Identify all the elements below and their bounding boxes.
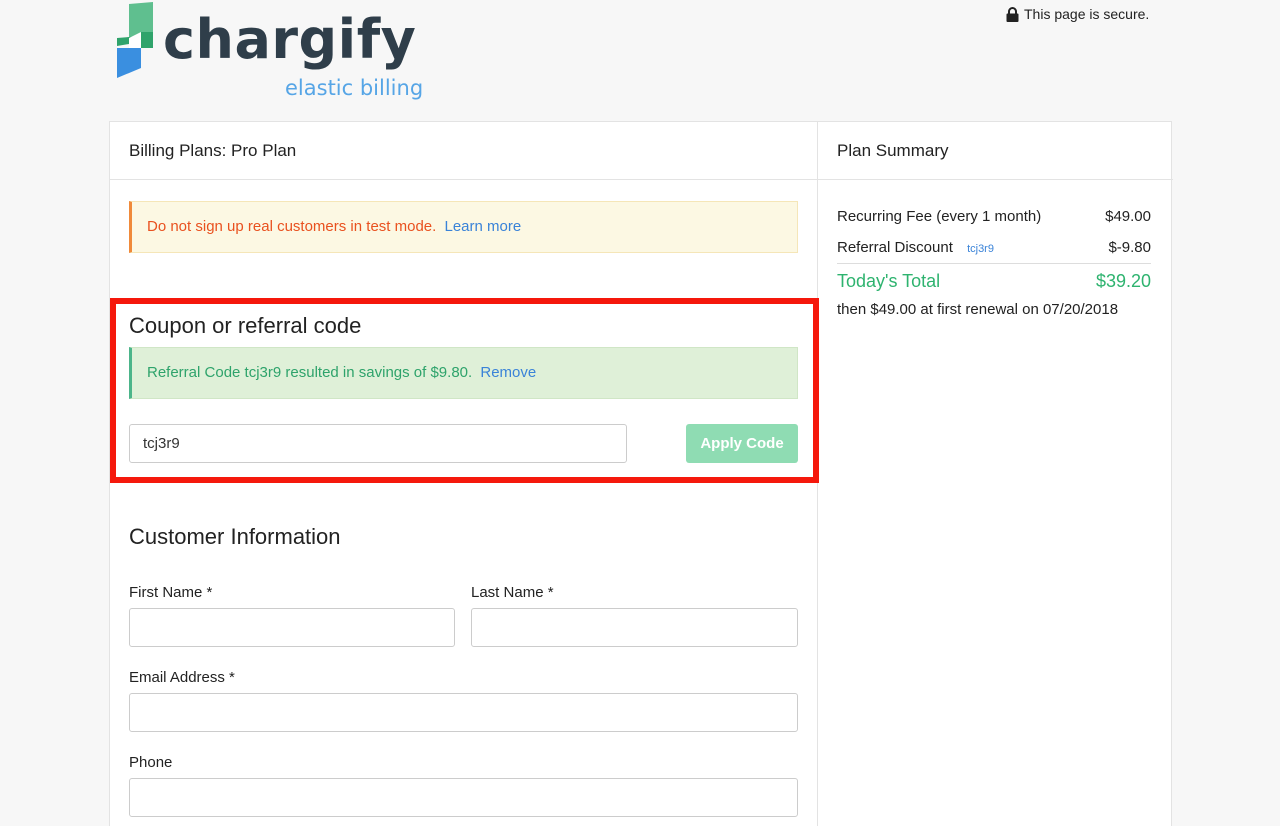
coupon-code-input[interactable] [129,424,627,463]
email-field[interactable] [129,693,798,732]
recurring-fee-label: Recurring Fee (every 1 month) [837,208,1042,225]
referral-discount-value: $-9.80 [1108,239,1151,256]
coupon-success-text: Referral Code tcj3r9 resulted in savings… [147,364,473,381]
page-header: chargify elastic billing This page is se… [0,0,1280,120]
first-name-field[interactable] [129,608,455,647]
last-name-label: Last Name * [471,584,554,601]
lock-icon [1006,6,1019,22]
billing-panel-title: Billing Plans: Pro Plan [110,122,817,180]
checkout-container: Billing Plans: Pro Plan Do not sign up r… [109,121,1173,826]
referral-code-tag: tcj3r9 [967,243,994,255]
coupon-title: Coupon or referral code [129,313,362,338]
first-name-label: First Name * [129,584,213,601]
coupon-section: Coupon or referral code Referral Code tc… [110,298,819,483]
test-mode-alert: Do not sign up real customers in test mo… [129,201,798,253]
secure-text: This page is secure. [1024,6,1150,22]
email-label: Email Address * [129,669,235,686]
referral-discount-label: Referral Discount [837,239,953,256]
learn-more-link[interactable]: Learn more [444,218,521,235]
customer-info-title: Customer Information [129,524,341,549]
referral-discount-row: Referral Discount tcj3r9 $-9.80 [837,239,1151,256]
apply-code-button[interactable]: Apply Code [686,424,798,463]
renewal-text: then $49.00 at first renewal on 07/20/20… [837,301,1119,318]
recurring-fee-row: Recurring Fee (every 1 month) $49.00 [837,208,1151,225]
coupon-success-alert: Referral Code tcj3r9 resulted in savings… [129,347,798,399]
plan-summary-title: Plan Summary [818,122,1173,180]
chargify-logo-icon [117,2,153,78]
last-name-field[interactable] [471,608,798,647]
test-mode-warning-text: Do not sign up real customers in test mo… [147,218,437,235]
todays-total-label: Today's Total [837,271,941,291]
billing-panel: Billing Plans: Pro Plan Do not sign up r… [110,122,819,826]
chargify-logo[interactable]: chargify elastic billing [115,2,425,102]
plan-summary-panel: Plan Summary Recurring Fee (every 1 mont… [818,122,1173,826]
phone-label: Phone [129,754,173,771]
todays-total-value: $39.20 [1095,271,1151,291]
recurring-fee-value: $49.00 [1105,208,1151,225]
remove-coupon-link[interactable]: Remove [480,364,536,381]
summary-divider [837,263,1151,264]
logo-wordmark: chargify [163,8,417,71]
todays-total-row: Today's Total $39.20 [837,271,1151,292]
phone-field[interactable] [129,778,798,817]
logo-tagline: elastic billing [285,76,424,100]
secure-notice: This page is secure. [1006,6,1149,22]
